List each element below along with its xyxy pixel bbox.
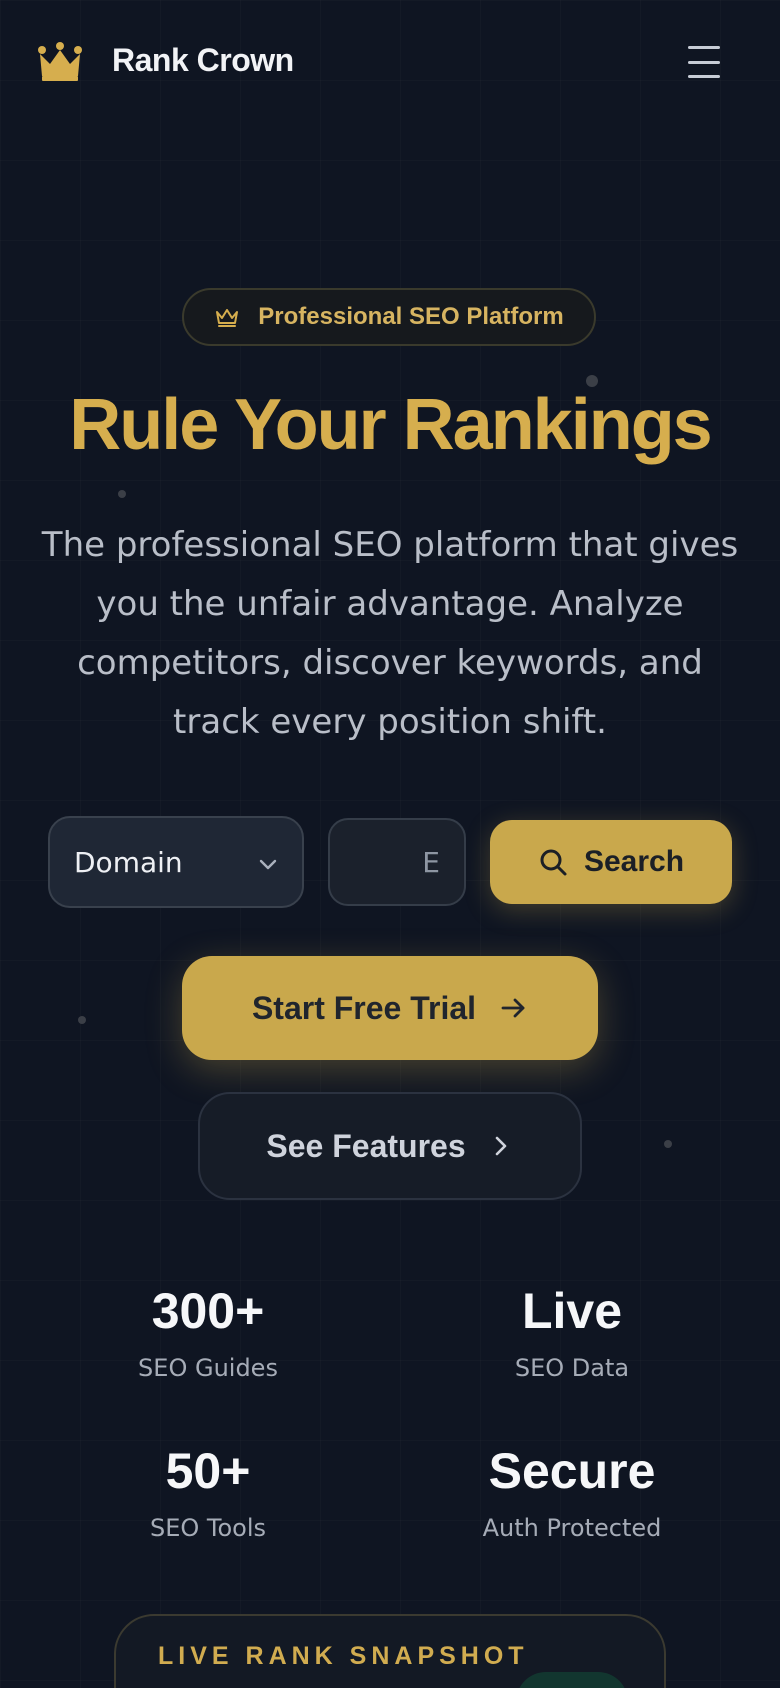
hamburger-line: [688, 75, 720, 78]
chevron-down-icon: [259, 859, 277, 870]
decorative-dot: [664, 1140, 672, 1148]
stat-value: 50+: [165, 1443, 251, 1499]
see-features-button[interactable]: See Features: [198, 1092, 582, 1200]
top-header: Rank Crown: [0, 0, 780, 130]
hamburger-menu-icon: [688, 46, 720, 49]
start-free-trial-label: Start Free Trial: [251, 989, 477, 1026]
decorative-dot: [78, 1016, 86, 1024]
hero-title: Rule Your Rankings: [69, 385, 712, 465]
menu-button[interactable]: [688, 46, 720, 78]
stat-caption: SEO Tools: [149, 1514, 267, 1542]
stat-value: Secure: [488, 1443, 656, 1499]
search-mode-value: Domain: [74, 845, 183, 879]
see-features-label: See Features: [266, 1127, 466, 1164]
search-icon: [540, 849, 567, 876]
crown-icon: [38, 42, 82, 81]
platform-badge: Professional SEO Platform: [182, 288, 596, 346]
stat-caption: SEO Guides: [138, 1354, 278, 1382]
hero-subtitle: The professional SEO platform that gives…: [41, 525, 739, 742]
stat-caption: SEO Data: [514, 1354, 630, 1382]
start-free-trial-button[interactable]: Start Free Trial: [182, 956, 598, 1060]
search-button-label: Search: [583, 845, 685, 878]
brand-name[interactable]: Rank Crown: [112, 42, 294, 79]
stat-value: 300+: [151, 1283, 265, 1339]
decorative-dot: [118, 490, 126, 498]
stat-value: Live: [521, 1283, 623, 1339]
snapshot-title: LIVE RANK SNAPSHOT: [158, 1642, 529, 1670]
search-mode-select[interactable]: Domain: [48, 816, 304, 908]
search-input[interactable]: [328, 818, 466, 906]
stat-seo-guides: 300+ SEO Guides: [28, 1282, 388, 1382]
stat-seo-data: Live SEO Data: [392, 1282, 752, 1382]
stat-seo-tools: 50+ SEO Tools: [28, 1442, 388, 1542]
brand-logo[interactable]: [38, 42, 82, 82]
stat-caption: Auth Protected: [482, 1514, 662, 1542]
live-rank-snapshot-card: LIVE RANK SNAPSHOT: [114, 1614, 666, 1688]
arrow-right-icon: [501, 998, 525, 1018]
crown-outline-icon: [216, 309, 239, 327]
chevron-right-icon: [495, 1136, 506, 1156]
stat-auth-protected: Secure Auth Protected: [392, 1442, 752, 1542]
search-button[interactable]: Search: [490, 820, 732, 904]
snapshot-status-pill: [516, 1672, 628, 1688]
hamburger-line: [688, 60, 720, 64]
badge-label: Professional SEO Platform: [258, 303, 564, 330]
